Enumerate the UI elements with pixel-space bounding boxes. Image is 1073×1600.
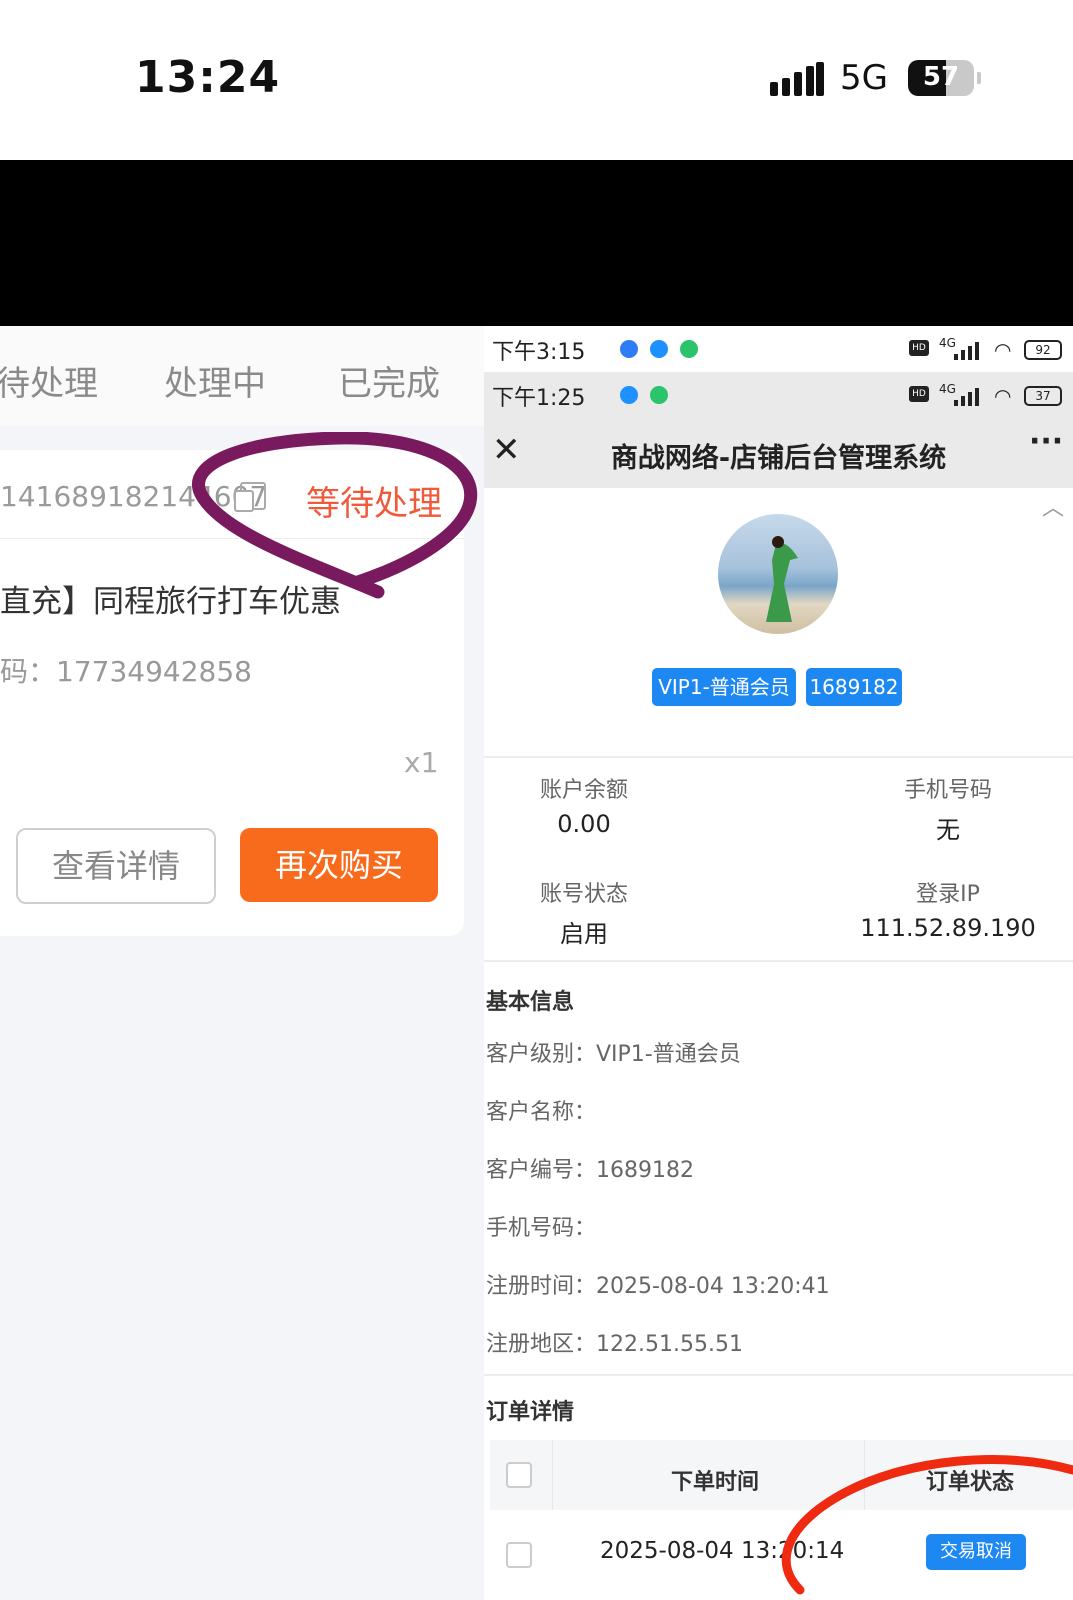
message-icon xyxy=(680,340,698,358)
battery-icon: 57 xyxy=(908,60,974,96)
view-details-button[interactable]: 查看详情 xyxy=(16,828,216,904)
quantity: x1 xyxy=(404,746,439,779)
hd-icon: HD xyxy=(909,386,929,402)
info-customer-id: 客户编号：1689182 xyxy=(486,1158,694,1183)
balance-label: 账户余额 xyxy=(539,778,628,803)
purple-circle-annotation xyxy=(192,432,478,599)
more-icon[interactable]: ··· xyxy=(1029,424,1063,459)
wifi-icon: ◠ xyxy=(994,384,1012,408)
divider xyxy=(484,960,1073,962)
page-title: 商战网络-店铺后台管理系统 xyxy=(610,443,947,474)
member-level-badge: VIP1-普通会员 xyxy=(652,668,796,706)
wifi-icon: ◠ xyxy=(994,338,1012,362)
inner-battery-2: 37 xyxy=(1024,386,1062,406)
row-checkbox[interactable] xyxy=(506,1542,532,1568)
select-all-checkbox[interactable] xyxy=(506,1462,532,1488)
inner-status-bar-1: 下午3:15 HD 4G ◠ 92 xyxy=(484,326,1073,372)
order-tabs: 待处理 处理中 已完成 xyxy=(0,326,484,426)
network-type: 5G xyxy=(840,58,888,98)
buy-again-button[interactable]: 再次购买 xyxy=(240,828,438,902)
battery-level: 57 xyxy=(922,62,960,92)
balance-value: 0.00 xyxy=(557,810,611,838)
inner-battery-1: 92 xyxy=(1024,340,1062,360)
login-ip-label: 登录IP xyxy=(916,882,980,907)
phone-label: 手机号码 xyxy=(903,778,992,803)
basic-info-title: 基本信息 xyxy=(486,990,575,1015)
info-register-time: 注册时间：2025-08-04 13:20:41 xyxy=(486,1274,830,1299)
signal-icon xyxy=(954,386,982,406)
account-status-value: 启用 xyxy=(560,920,608,948)
info-name: 客户名称： xyxy=(486,1100,597,1125)
avatar xyxy=(718,514,838,634)
inner-status-bar-2: 下午1:25 HD 4G ◠ 37 xyxy=(484,372,1073,418)
account-status-label: 账号状态 xyxy=(539,882,628,907)
recharge-account: 码：17734942858 xyxy=(0,655,252,688)
redacted-bar xyxy=(0,160,1073,326)
battery-tip xyxy=(977,72,981,84)
order-details-title: 订单详情 xyxy=(486,1400,575,1425)
tab-completed[interactable]: 已完成 xyxy=(338,356,440,405)
app-notification-icon xyxy=(620,340,638,358)
inner-time-1: 下午3:15 xyxy=(492,340,586,365)
divider xyxy=(484,756,1073,758)
inner-time-2: 下午1:25 xyxy=(492,386,586,411)
upload-icon xyxy=(650,340,668,358)
signal-icon xyxy=(954,340,982,360)
divider xyxy=(484,1374,1073,1376)
cellular-signal-icon xyxy=(770,62,824,96)
hd-icon: HD xyxy=(909,340,929,356)
login-ip-value: 111.52.89.190 xyxy=(860,914,1036,942)
info-phone: 手机号码： xyxy=(486,1216,597,1241)
member-id-badge: 1689182 xyxy=(806,668,902,706)
info-level: 客户级别：VIP1-普通会员 xyxy=(486,1042,741,1067)
nav-bar: ✕ 商战网络-店铺后台管理系统 ··· xyxy=(484,418,1073,488)
tab-pending[interactable]: 待处理 xyxy=(0,356,98,405)
avatar-figure xyxy=(766,536,798,622)
message-icon xyxy=(650,386,668,404)
admin-panel: 下午3:15 HD 4G ◠ 92 下午1:25 HD 4G ◠ 37 ✕ 商战… xyxy=(484,326,1073,1600)
phone-status-bar: 13:24 5G 57 xyxy=(0,0,1073,160)
info-register-region: 注册地区：122.51.55.51 xyxy=(486,1332,743,1357)
chevron-up-icon[interactable]: ︿ xyxy=(1042,490,1064,522)
tab-processing[interactable]: 处理中 xyxy=(164,356,266,405)
phone-value: 无 xyxy=(936,816,960,844)
upload-icon xyxy=(620,386,638,404)
red-circle-annotation xyxy=(781,1455,1073,1595)
clock: 13:24 xyxy=(135,52,281,103)
